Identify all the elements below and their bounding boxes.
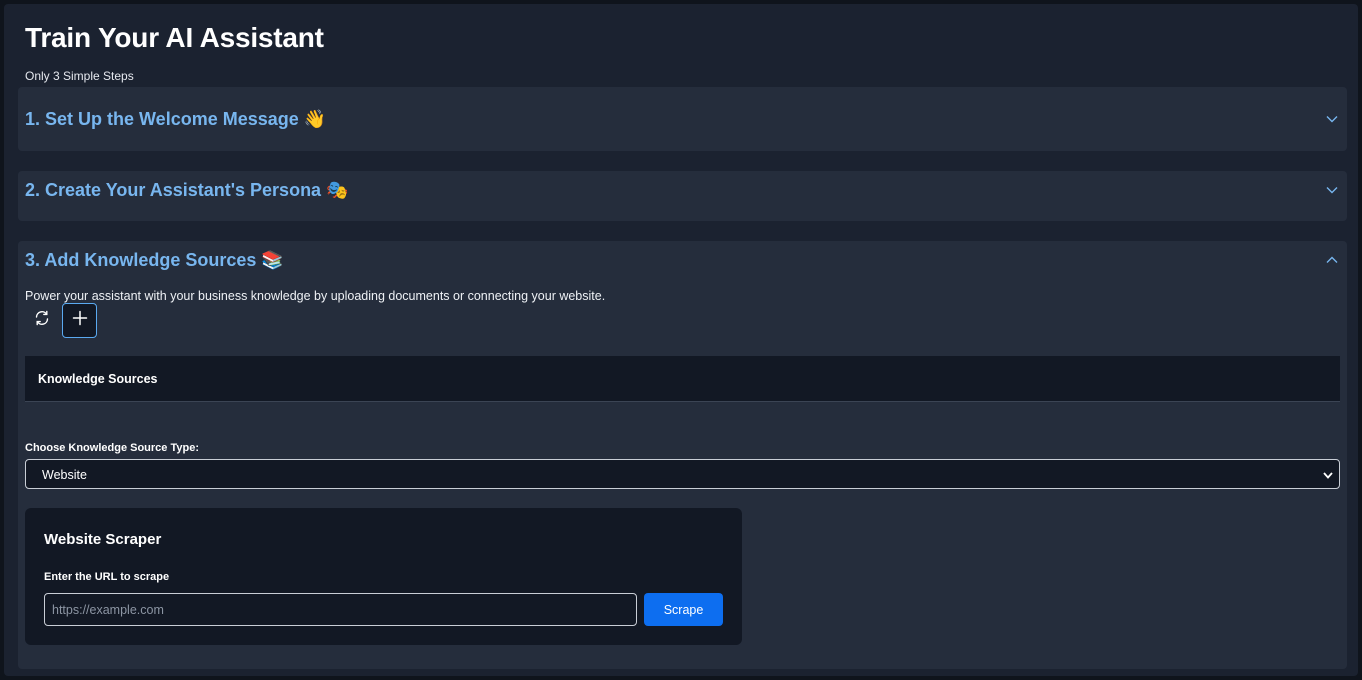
step-panel-persona: 2. Create Your Assistant's Persona 🎭 [18,171,1347,221]
step-panel-welcome: 1. Set Up the Welcome Message 👋 [18,87,1347,151]
add-knowledge-button[interactable] [62,303,97,338]
page-title: Train Your AI Assistant [25,22,324,53]
app-frame: Train Your AI Assistant Only 3 Simple St… [4,4,1358,676]
chevron-down-icon [1322,468,1334,486]
refresh-button[interactable] [24,303,59,338]
scrape-button[interactable]: Scrape [644,593,723,626]
step-title-welcome: 1. Set Up the Welcome Message 👋 [25,109,327,129]
chevron-down-icon [1325,112,1339,126]
page-subtitle: Only 3 Simple Steps [25,69,134,83]
url-label: Enter the URL to scrape [44,571,170,583]
source-type-value: Website [42,468,87,482]
step-panel-knowledge: 3. Add Knowledge Sources 📚 Power your as… [18,241,1347,669]
step-header-knowledge[interactable]: 3. Add Knowledge Sources 📚 [18,241,1347,281]
source-type-select[interactable]: Website [25,459,1340,489]
plus-icon [72,310,88,331]
step-title-persona: 2. Create Your Assistant's Persona 🎭 [25,180,349,200]
refresh-icon [33,309,51,332]
url-input[interactable] [44,593,637,626]
step-header-persona[interactable]: 2. Create Your Assistant's Persona 🎭 [18,171,1347,221]
knowledge-sources-table-header: Knowledge Sources [25,356,1340,402]
knowledge-description: Power your assistant with your business … [25,289,606,303]
step-header-welcome[interactable]: 1. Set Up the Welcome Message 👋 [18,87,1347,151]
chevron-down-icon [1325,183,1339,197]
website-scraper-card: Website Scraper Enter the URL to scrape … [25,508,742,645]
knowledge-sources-heading: Knowledge Sources [38,372,158,386]
chevron-up-icon [1325,253,1339,267]
step-title-knowledge: 3. Add Knowledge Sources 📚 [25,250,284,270]
source-type-label: Choose Knowledge Source Type: [25,442,199,454]
scraper-title: Website Scraper [44,531,162,548]
